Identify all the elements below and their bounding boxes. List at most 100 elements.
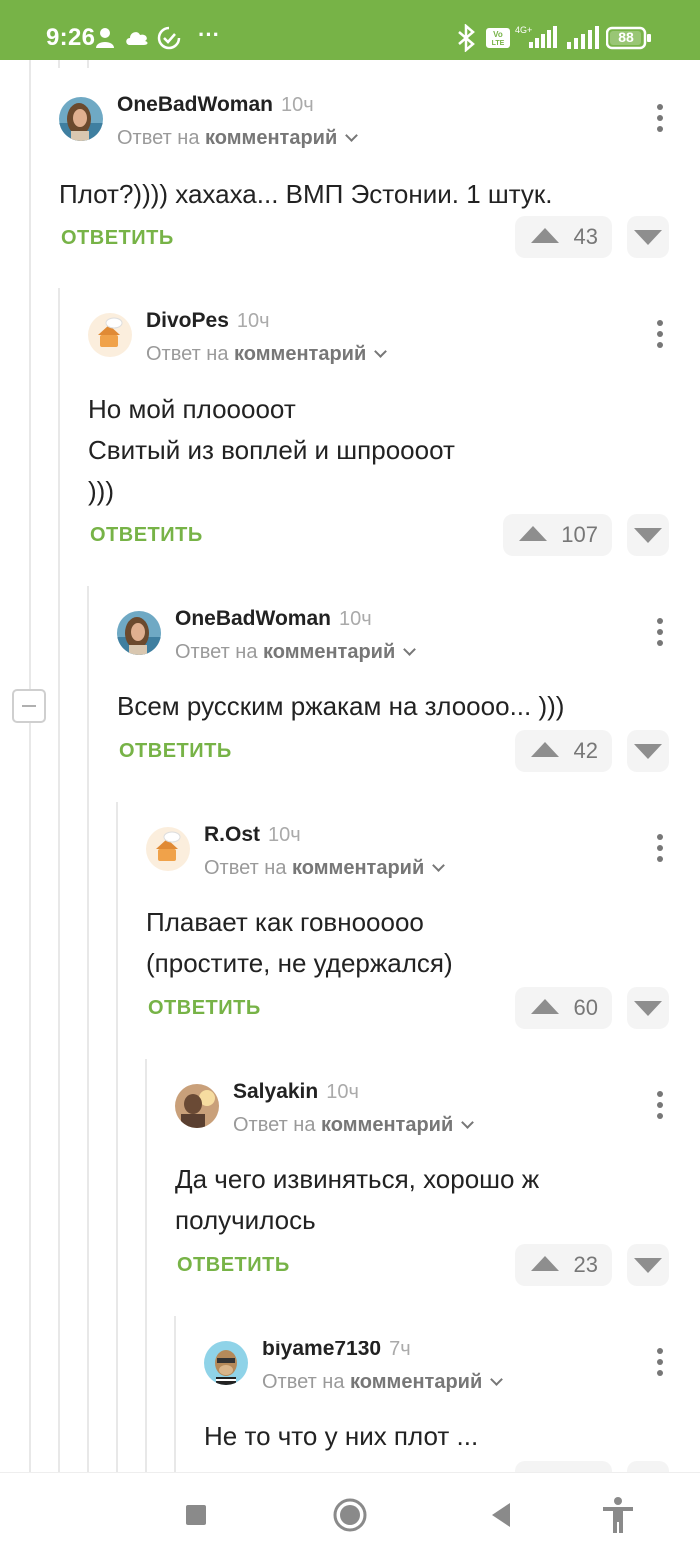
accessibility-icon[interactable]	[598, 1495, 638, 1535]
comment-time: 10ч	[268, 824, 301, 846]
reply-to-link[interactable]: Ответ на комментарий	[117, 127, 359, 150]
chevron-down-icon	[490, 1373, 504, 1386]
avatar[interactable]	[117, 611, 161, 655]
thread-rail	[87, 60, 89, 68]
reply-to-link[interactable]: Ответ на комментарий	[262, 1371, 504, 1394]
comment-text: Плот?)))) хахаха... ВМП Эстонии. 1 штук.	[59, 179, 553, 209]
reply-button[interactable]: ОТВЕТИТЬ	[148, 997, 261, 1020]
comment-author[interactable]: Salyakin 10ч	[233, 1080, 359, 1104]
more-options-icon[interactable]	[655, 1091, 665, 1121]
vote-count: 42	[573, 738, 598, 763]
reply-button[interactable]: ОТВЕТИТЬ	[90, 524, 203, 547]
comment-time: 10ч	[236, 310, 270, 332]
arrow-down-icon	[634, 1001, 662, 1016]
sync-check-icon	[157, 26, 181, 50]
downvote-button[interactable]	[627, 216, 669, 258]
reply-to-link[interactable]: Ответ на комментарий	[204, 857, 446, 880]
bluetooth-icon	[458, 24, 475, 52]
more-options-icon[interactable]	[655, 834, 665, 864]
thread-rail	[29, 60, 31, 689]
arrow-up-icon	[531, 1256, 559, 1271]
arrow-down-icon	[634, 230, 662, 245]
battery-level: 88	[618, 29, 634, 45]
man-photo-icon	[175, 1084, 219, 1128]
svg-text:4G+: 4G+	[515, 25, 532, 35]
downvote-button[interactable]	[627, 514, 669, 556]
chevron-down-icon	[432, 859, 446, 872]
comment: DivoPes 10ч Ответ на комментарий Но мой п…	[88, 309, 670, 563]
comment-author[interactable]: DivoPes 10ч	[146, 309, 270, 333]
home-icon[interactable]	[330, 1495, 370, 1535]
more-options-icon[interactable]	[655, 618, 665, 648]
recent-apps-icon[interactable]	[176, 1495, 216, 1535]
reply-button[interactable]: ОТВЕТИТЬ	[61, 227, 174, 250]
woman-photo-icon	[117, 611, 161, 655]
avatar[interactable]	[146, 827, 190, 871]
reply-to-link[interactable]: Ответ на комментарий	[146, 343, 388, 366]
chevron-down-icon	[374, 345, 388, 358]
signal-4g-icon: 4G+	[515, 25, 557, 48]
comment-time: 10ч	[338, 608, 372, 630]
downvote-button[interactable]	[627, 987, 669, 1029]
cloud-icon	[126, 32, 148, 45]
ape-cartoon-icon	[204, 1341, 248, 1385]
avatar[interactable]	[59, 97, 103, 141]
comment-text: Плавает как говноoooo (простите, не удер…	[146, 907, 453, 978]
back-icon[interactable]	[482, 1495, 522, 1535]
system-navigation-bar	[0, 1472, 700, 1556]
arrow-up-icon	[519, 526, 547, 541]
default-cartoon-icon	[146, 827, 190, 871]
comment: biyame7130 7ч Ответ на комментарий Не то …	[204, 1341, 670, 1472]
comment-author[interactable]: OneBadWoman 10ч	[117, 93, 314, 117]
upvote-button[interactable]: 60	[515, 987, 612, 1029]
comment-text: Всем русским ржакам на злоооо... )))	[117, 691, 565, 721]
upvote-button[interactable]: 23	[515, 1244, 612, 1286]
comment: R.Ost 10ч Ответ на комментарий Плавает ка…	[146, 823, 670, 1037]
thread-rail	[58, 60, 60, 68]
thread-rail	[58, 288, 60, 1472]
avatar[interactable]	[88, 313, 132, 357]
upvote-button[interactable]: 42	[515, 730, 612, 772]
comment-time: 7ч	[389, 1341, 411, 1360]
volte-icon: Vo LTE	[486, 28, 510, 48]
thread-rail	[174, 1316, 176, 1472]
downvote-button[interactable]	[627, 1244, 669, 1286]
signal-icon	[567, 26, 599, 49]
comment-author[interactable]: OneBadWoman 10ч	[175, 607, 372, 631]
reply-button[interactable]: ОТВЕТИТЬ	[119, 740, 232, 763]
comment-time: 10ч	[280, 94, 314, 116]
comment-author[interactable]: R.Ost 10ч	[204, 823, 301, 847]
vote-count: 60	[573, 995, 598, 1020]
comment: Salyakin 10ч Ответ на комментарий Да чего…	[175, 1080, 670, 1294]
more-notifications-icon: ···	[198, 22, 220, 47]
svg-text:Vo: Vo	[493, 30, 503, 39]
comment-author[interactable]: biyame7130 7ч	[262, 1341, 411, 1361]
arrow-down-icon	[634, 1258, 662, 1273]
chevron-down-icon	[403, 643, 417, 656]
default-cartoon-icon	[88, 313, 132, 357]
reply-to-link[interactable]: Ответ на комментарий	[175, 641, 417, 664]
avatar[interactable]	[204, 1341, 248, 1385]
downvote-button[interactable]	[627, 730, 669, 772]
reply-to-link[interactable]: Ответ на комментарий	[233, 1114, 475, 1137]
reply-button[interactable]: ОТВЕТИТЬ	[177, 1254, 290, 1277]
vote-count: 43	[573, 224, 598, 249]
comment: OneBadWoman 10ч Ответ на комментарий Всем…	[117, 607, 670, 781]
downvote-button[interactable]	[627, 1461, 669, 1472]
upvote-button[interactable]: 43	[515, 216, 612, 258]
upvote-button[interactable]	[515, 1461, 612, 1472]
avatar[interactable]	[175, 1084, 219, 1128]
vote-count: 23	[573, 1252, 598, 1277]
comment-text: Да чего извиняться, хорошо ж получилось	[175, 1164, 540, 1235]
more-options-icon[interactable]	[655, 1348, 665, 1378]
more-options-icon[interactable]	[655, 104, 665, 134]
more-options-icon[interactable]	[655, 320, 665, 350]
woman-photo-icon	[59, 97, 103, 141]
upvote-button[interactable]: 107	[503, 514, 612, 556]
thread-rail	[145, 1059, 147, 1472]
collapse-thread-button[interactable]	[12, 689, 46, 723]
comment-time: 10ч	[326, 1081, 359, 1103]
comment-text: Но мой плооооот Свитый из воплей и шпроо…	[88, 394, 455, 506]
arrow-down-icon	[634, 744, 662, 759]
thread-rail	[116, 802, 118, 1472]
